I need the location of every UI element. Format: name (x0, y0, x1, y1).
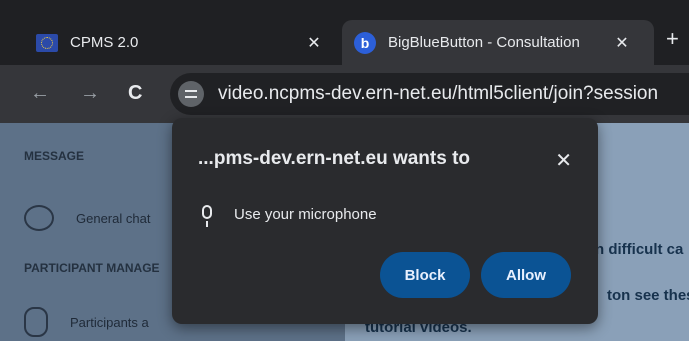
block-button[interactable]: Block (380, 252, 470, 298)
back-icon[interactable]: ← (30, 81, 50, 105)
url-text[interactable]: video.ncpms-dev.ern-net.eu/html5client/j… (218, 83, 658, 105)
browser-toolbar: ← → C video.ncpms-dev.ern-net.eu/html5cl… (0, 65, 689, 123)
bigbluebutton-icon: b (354, 31, 376, 54)
reload-icon[interactable]: C (128, 81, 142, 105)
new-tab-icon[interactable]: + (666, 28, 679, 50)
permission-dialog: ...pms-dev.ern-net.eu wants to ✕ Use you… (172, 118, 598, 324)
participant-heading: PARTICIPANT MANAGE (24, 261, 160, 275)
eu-flag-icon (36, 33, 58, 52)
tab-title: CPMS 2.0 (70, 34, 139, 51)
site-info-icon[interactable] (178, 81, 204, 107)
address-bar[interactable]: video.ncpms-dev.ern-net.eu/html5client/j… (170, 73, 689, 115)
dialog-title: ...pms-dev.ern-net.eu wants to (198, 148, 471, 169)
message-heading: MESSAGE (24, 149, 85, 163)
chat-icon (24, 205, 54, 231)
sidebar-item-general-chat[interactable]: General chat (24, 205, 150, 231)
close-icon[interactable]: ✕ (555, 148, 572, 173)
tab-strip: CPMS 2.0 ✕ b BigBlueButton - Consultatio… (0, 0, 689, 65)
tab-bigbluebutton[interactable]: b BigBlueButton - Consultation ✕ (342, 20, 654, 65)
forward-icon[interactable]: → (80, 81, 100, 105)
tab-close-icon[interactable]: ✕ (612, 33, 632, 53)
content-text: ton see thes (607, 287, 689, 304)
tab-title: BigBlueButton - Consultation (388, 34, 580, 51)
allow-button[interactable]: Allow (481, 252, 571, 298)
user-icon (24, 307, 48, 337)
sidebar-item-label: General chat (76, 210, 151, 226)
content-text: n difficult ca (595, 241, 684, 258)
tab-close-icon[interactable]: ✕ (304, 33, 324, 53)
tab-cpms[interactable]: CPMS 2.0 ✕ (22, 20, 342, 65)
microphone-icon (202, 205, 212, 227)
sidebar-item-participants[interactable]: Participants a (24, 307, 149, 337)
permission-text: Use your microphone (234, 206, 377, 223)
sidebar-item-label: Participants a (70, 314, 149, 330)
